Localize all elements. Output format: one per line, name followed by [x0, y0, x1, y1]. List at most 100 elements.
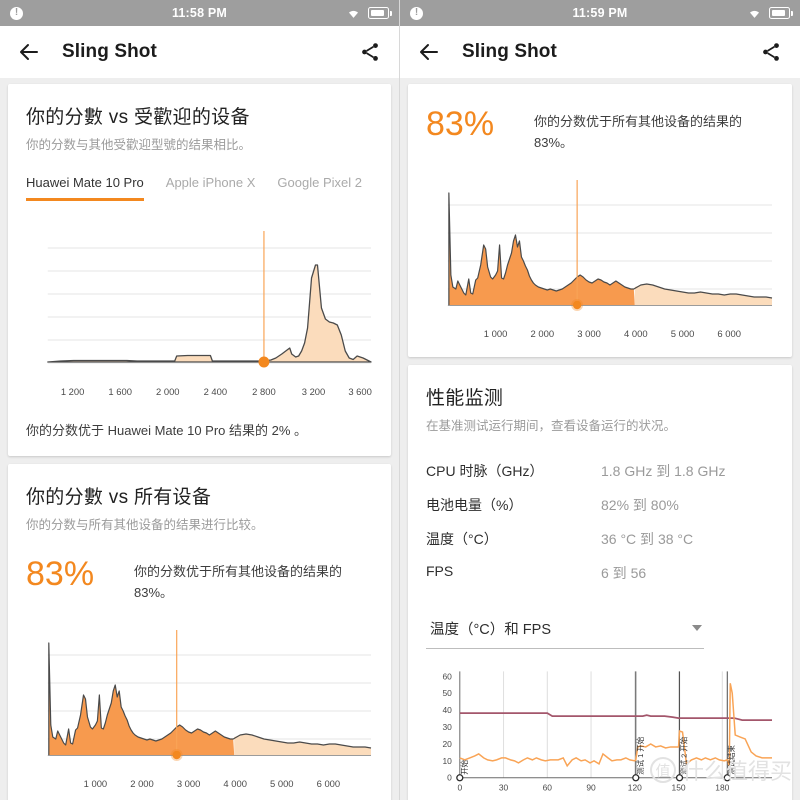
x-tick-1200: 1 200: [61, 386, 85, 397]
left-phone-screen: ! 11:58 PM Sling Shot 你的分數 vs 受歡迎的设备 你的分…: [0, 0, 400, 800]
dual-screenshot-container: ! 11:58 PM Sling Shot 你的分數 vs 受歡迎的设备 你的分…: [0, 0, 800, 800]
x-tick-60: 60: [543, 783, 553, 793]
popular-histogram-chart: 1 200 1 600 2 000 2 400 2 800 3 200 3 60…: [26, 223, 373, 401]
all-devices-histogram-left: 1 000 2 000 3 000 4 000 5 000 6 000: [26, 625, 373, 793]
stat-value-fps: 6 到 56: [601, 564, 647, 581]
x-tick-4000: 4 000: [223, 778, 247, 789]
stat-value-battery: 82% 到 80%: [601, 496, 679, 513]
tab-huawei-mate-10-pro[interactable]: Huawei Mate 10 Pro: [26, 175, 144, 201]
x-tick-180: 180: [715, 783, 729, 793]
app-bar-right: Sling Shot: [400, 26, 800, 78]
percentile-value-left: 83%: [26, 555, 95, 594]
tab-apple-iphone-x[interactable]: Apple iPhone X: [166, 175, 256, 201]
stat-row-battery: 电池电量（%） 82% 到 80%: [426, 488, 774, 522]
stat-label-temperature: 温度（°C）: [426, 530, 498, 547]
x-tick-1000: 1 000: [484, 329, 508, 340]
x-tick-1600: 1 600: [108, 386, 132, 397]
x-tick-2400: 2 400: [204, 386, 228, 397]
status-time-right: 11:59 PM: [572, 6, 628, 20]
x-tick-3600: 3 600: [348, 386, 372, 397]
stat-label-cpu-clock: CPU 时脉（GHz）: [426, 462, 544, 479]
stat-row-fps: FPS 6 到 56: [426, 556, 774, 590]
marker-label-test2: 测试 2 开始: [679, 736, 689, 775]
y-tick-60: 60: [442, 671, 452, 681]
stat-value-temperature: 36 °C 到 38 °C: [601, 530, 694, 547]
x-tick-2800: 2 800: [252, 386, 276, 397]
status-bar-right: ! 11:59 PM: [400, 0, 800, 26]
y-tick-20: 20: [442, 739, 452, 749]
percentile-row-right: 83% 你的分数优于所有其他设备的结果的 83%。: [426, 105, 774, 153]
performance-monitor-card: 性能监测 在基准测试运行期间，查看设备运行的状况。 CPU 时脉（GHz） 1.…: [408, 365, 792, 800]
marker-label-start: 开始: [459, 759, 469, 774]
left-content: 你的分數 vs 受歡迎的设备 你的分数与其他受歡迎型號的结果相比。 Huawei…: [0, 78, 399, 800]
perf-card-subtitle: 在基准测试运行期间，查看设备运行的状况。: [426, 419, 677, 434]
chevron-down-icon: [692, 625, 702, 632]
x-tick-30: 30: [499, 783, 509, 793]
perf-stats-table: CPU 时脉（GHz） 1.8 GHz 到 1.8 GHz 电池电量（%） 82…: [426, 454, 774, 590]
y-tick-40: 40: [442, 705, 452, 715]
status-time-left: 11:58 PM: [171, 6, 228, 20]
all-devices-card-title: 你的分數 vs 所有设备: [26, 486, 212, 508]
performance-line-chart: 60 50 40 30 20 10 0 开始 测试 1 开始 测试 2 开始 测…: [426, 663, 774, 800]
y-tick-10: 10: [442, 756, 452, 766]
percentile-value-right: 83%: [426, 105, 495, 143]
popular-devices-card: 你的分數 vs 受歡迎的设备 你的分数与其他受歡迎型號的结果相比。 Huawei…: [8, 84, 391, 456]
battery-icon: [769, 7, 793, 19]
x-tick-1000: 1 000: [84, 778, 108, 789]
all-devices-card-subtitle: 你的分数与所有其他设备的结果进行比较。: [26, 517, 264, 532]
marker-label-test1: 测试 1 开始: [635, 736, 645, 775]
all-devices-card-left: 你的分數 vs 所有设备 你的分数与所有其他设备的结果进行比较。 83% 你的分…: [8, 463, 391, 800]
perf-card-title: 性能监测: [426, 388, 504, 410]
share-icon[interactable]: [357, 39, 383, 65]
status-bar-left: ! 11:58 PM: [0, 0, 399, 26]
y-tick-30: 30: [442, 722, 452, 732]
all-devices-histogram-right: 1 000 2 000 3 000 4 000 5 000 6 000: [426, 175, 774, 343]
all-devices-card-right: 83% 你的分数优于所有其他设备的结果的 83%。 1 000 2 000 3 …: [408, 84, 792, 358]
percentile-row-left: 83% 你的分数优于所有其他设备的结果的 83%。: [26, 555, 373, 603]
x-tick-150: 150: [672, 783, 686, 793]
x-tick-6000: 6 000: [717, 329, 741, 340]
stat-value-cpu-clock: 1.8 GHz 到 1.8 GHz: [601, 462, 726, 479]
metric-selector-value: 温度（°C）和 FPS: [430, 621, 551, 638]
percentile-text-left: 你的分数优于所有其他设备的结果的 83%。: [134, 564, 343, 601]
x-tick-2000: 2 000: [156, 386, 180, 397]
wifi-icon: [747, 7, 762, 19]
x-tick-4000: 4 000: [624, 329, 648, 340]
x-tick-2000: 2 000: [130, 778, 154, 789]
x-tick-3000: 3 000: [177, 778, 201, 789]
x-tick-90: 90: [586, 783, 596, 793]
share-icon[interactable]: [758, 39, 784, 65]
popular-card-title: 你的分數 vs 受歡迎的设备: [26, 107, 250, 128]
stat-row-cpu-clock: CPU 时脉（GHz） 1.8 GHz 到 1.8 GHz: [426, 454, 774, 488]
y-tick-0: 0: [447, 773, 452, 783]
x-tick-120: 120: [628, 783, 642, 793]
page-title: Sling Shot: [462, 41, 557, 62]
right-content: 83% 你的分数优于所有其他设备的结果的 83%。 1 000 2 000 3 …: [400, 78, 800, 800]
x-tick-3200: 3 200: [302, 386, 326, 397]
wifi-icon: [346, 7, 361, 19]
percentile-text-right: 你的分数优于所有其他设备的结果的 83%。: [534, 114, 743, 151]
tab-google-pixel-2[interactable]: Google Pixel 2: [277, 175, 362, 201]
marker-label-end: 测试结束: [726, 744, 736, 774]
status-right-icons: [346, 7, 392, 19]
stat-row-temperature: 温度（°C） 36 °C 到 38 °C: [426, 522, 774, 556]
x-tick-0: 0: [457, 783, 462, 793]
back-arrow-icon[interactable]: [16, 39, 42, 65]
back-arrow-icon[interactable]: [416, 39, 442, 65]
device-tabs: Huawei Mate 10 Pro Apple iPhone X Google…: [26, 175, 373, 201]
popular-footnote: 你的分数优于 Huawei Mate 10 Pro 结果的 2% 。: [26, 422, 308, 438]
stat-label-fps: FPS: [426, 562, 454, 579]
metric-selector-dropdown[interactable]: 温度（°C）和 FPS: [426, 612, 704, 649]
x-tick-5000: 5 000: [671, 329, 695, 340]
x-tick-5000: 5 000: [270, 778, 294, 789]
popular-card-subtitle: 你的分数与其他受歡迎型號的结果相比。: [26, 138, 252, 152]
x-tick-3000: 3 000: [577, 329, 601, 340]
stat-label-battery: 电池电量（%）: [426, 496, 523, 513]
status-right-icons-right: [747, 7, 793, 19]
page-title: Sling Shot: [62, 41, 157, 62]
app-bar-left: Sling Shot: [0, 26, 399, 78]
y-tick-50: 50: [442, 688, 452, 698]
battery-icon: [368, 7, 392, 19]
x-tick-2000: 2 000: [531, 329, 555, 340]
right-phone-screen: ! 11:59 PM Sling Shot 83% 你的分数优于所有其他设备的结…: [400, 0, 800, 800]
